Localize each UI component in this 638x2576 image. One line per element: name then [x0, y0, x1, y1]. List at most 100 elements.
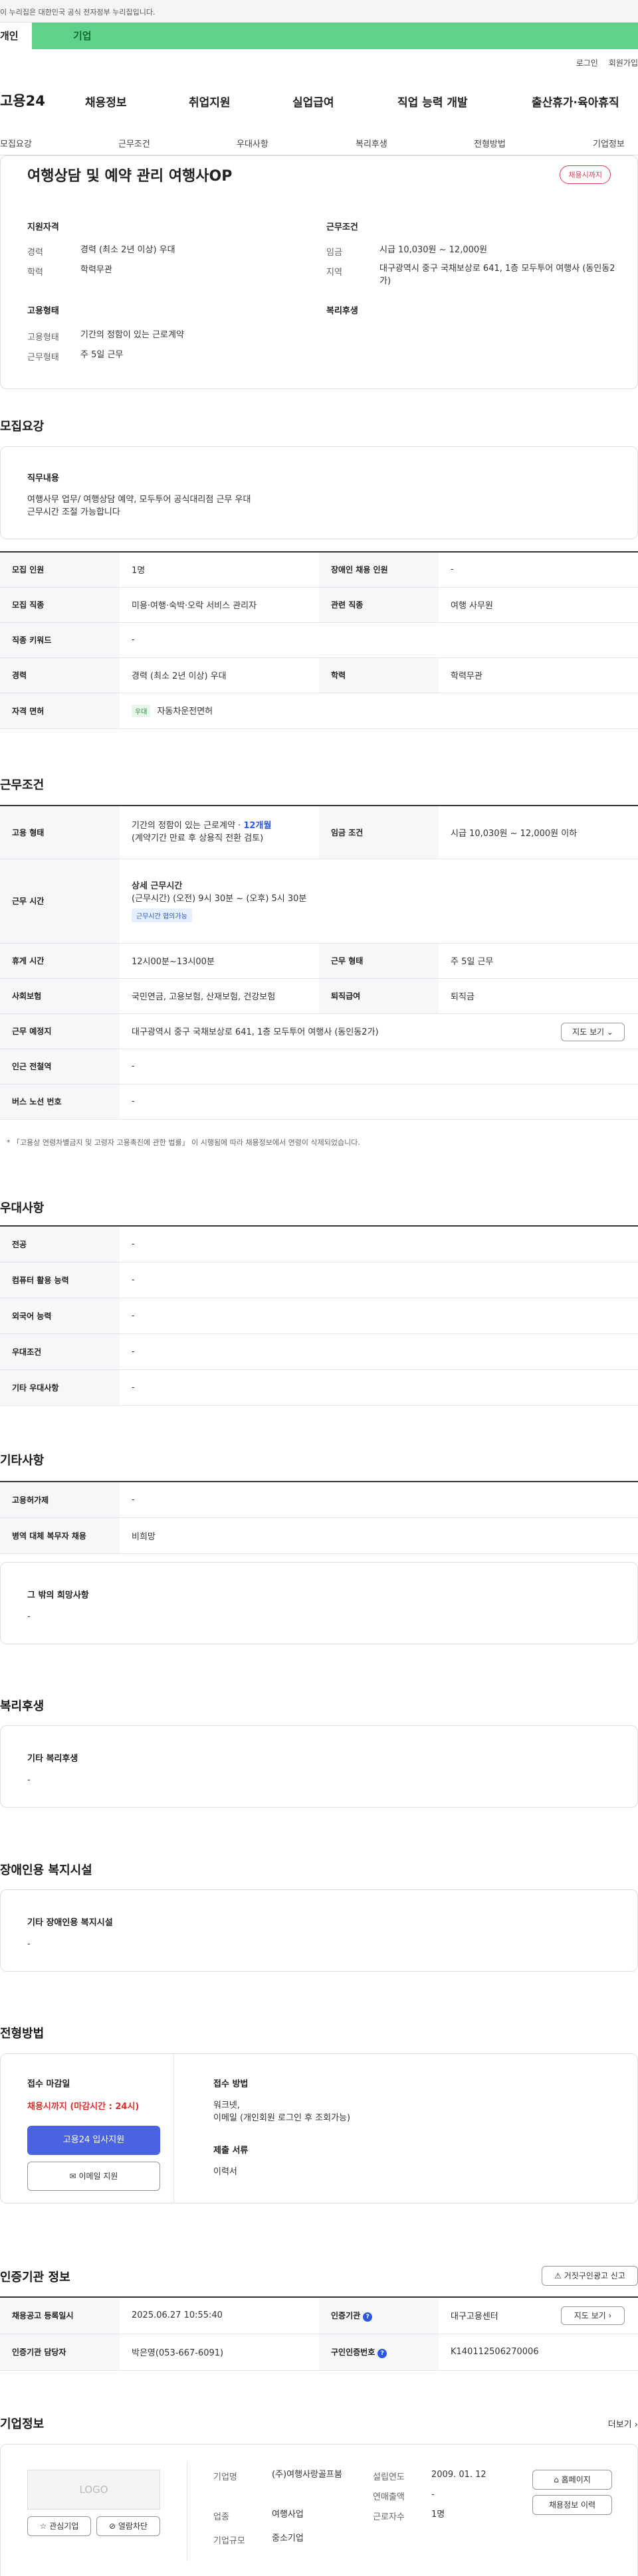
license-chip: 우대	[132, 705, 151, 717]
gnb-item[interactable]: 직업 능력 개발	[397, 93, 468, 110]
th-cell: 인근 전철역	[0, 1049, 120, 1084]
email-apply-button[interactable]: ✉ 이메일 지원	[27, 2162, 160, 2191]
td-cell: 12시00분~13시00분	[120, 943, 319, 979]
table-row: 전공 -	[0, 1225, 638, 1262]
subnav-item[interactable]: 복리후생	[356, 137, 387, 149]
td-cell: 국민연금, 고용보험, 산재보험, 건강보험	[120, 978, 319, 1014]
history-button[interactable]: 채용정보 이력	[532, 2495, 612, 2515]
subnav-item[interactable]: 우대사항	[237, 137, 268, 149]
table-row: 인근 전철역 -	[0, 1049, 638, 1084]
org-map-label: 지도 보기	[574, 2311, 606, 2320]
td-cell: K140112506270006	[439, 2334, 638, 2371]
more-label: 더보기	[607, 2420, 632, 2430]
section-title-cert: 인증기관 정보	[0, 2271, 70, 2284]
table-row: 컴퓨터 활용 능력 -	[0, 1262, 638, 1298]
th-cell: 모집 인원	[0, 551, 120, 588]
subnav-item[interactable]: 전형방법	[474, 137, 506, 149]
welfare-box-title: 기타 복리후생	[27, 1754, 78, 1764]
map-button-label: 지도 보기	[572, 1027, 605, 1037]
tab-enterprise[interactable]: 기업	[73, 23, 92, 49]
method-value: 워크넷, 이메일 (개인회원 로그인 후 조회가능)	[213, 2101, 351, 2123]
td-cell: 비희망	[120, 1517, 638, 1554]
td-cell: 여행 사무원	[439, 587, 638, 623]
subnav-item[interactable]: 모집요강	[0, 137, 32, 149]
career-label: 경력	[27, 248, 43, 258]
gnb-item[interactable]: 취업지원	[189, 93, 231, 110]
th-cell: 경력	[0, 657, 120, 693]
worktype-value: 주 5일 근무	[80, 350, 124, 360]
section-title-conditions: 근무조건	[0, 778, 45, 792]
report-button[interactable]: ⚠ 거짓구인광고 신고	[542, 2266, 638, 2286]
signup-link[interactable]: 회원가입	[609, 58, 638, 68]
td-cell: -	[120, 1084, 638, 1120]
th-cell: 관련 직종	[319, 587, 439, 623]
th-cell: 버스 노선 번호	[0, 1084, 120, 1120]
global-nav: 고용24 채용정보 취업지원 실업급여 직업 능력 개발 출산휴가·육아휴직	[0, 80, 638, 121]
subnav-item[interactable]: 근무조건	[118, 137, 150, 149]
td-cell: -	[120, 1481, 638, 1518]
gnb-item[interactable]: 실업급여	[292, 93, 334, 110]
cert-table: 채용공고 등록일시 2025.06.27 10:55:40 인증기관? 대구고용센터 지…	[0, 2296, 638, 2371]
site-logo[interactable]: 고용24	[0, 90, 45, 110]
info-icon[interactable]: ?	[363, 2312, 373, 2322]
emp-note: (계약기간 만료 후 상용직 전환 검토)	[132, 833, 264, 844]
info-icon[interactable]: ?	[377, 2348, 387, 2358]
th-cell: 직종 키워드	[0, 622, 120, 658]
company-logo: LOGO	[27, 2470, 160, 2510]
org-map-button[interactable]: 지도 보기 ›	[561, 2306, 625, 2325]
table-row: 자격 면허 우대 자동차운전면허	[0, 693, 638, 729]
duty-title: 직무내용	[27, 473, 59, 483]
td-cell: -	[120, 1262, 638, 1298]
table-row: 근무 예정지 대구광역시 중구 국채보상로 641, 1층 모두투어 여행사 (동…	[0, 1013, 638, 1049]
td-cell: -	[120, 1333, 638, 1370]
gnb-item[interactable]: 채용정보	[85, 93, 127, 110]
map-button[interactable]: 지도 보기 ⌄	[561, 1022, 625, 1041]
qual-title: 지원자격	[27, 222, 59, 232]
homepage-button[interactable]: ⌂ 홈페이지	[532, 2470, 612, 2490]
gov-banner: 이 누리집은 대한민국 공식 전자정부 누리집입니다.	[0, 0, 638, 23]
gnb-item[interactable]: 출산휴가·육아휴직	[532, 93, 619, 110]
section-title-disabled: 장애인용 복지시설	[0, 1863, 92, 1877]
tab-personal[interactable]: 개인	[0, 23, 32, 49]
time-chip: 근무시간 협의가능	[132, 908, 192, 922]
th-cell: 고용허가제	[0, 1481, 120, 1518]
th-cell: 전공	[0, 1225, 120, 1262]
subnav-item[interactable]: 기업정보	[593, 137, 625, 149]
est-value: 2009. 01. 12	[431, 2470, 486, 2480]
welfare-box: 기타 복리후생 -	[0, 1725, 638, 1808]
welfare-box-value: -	[27, 1775, 31, 1785]
favorite-button[interactable]: ☆ 관심기업	[27, 2516, 91, 2536]
job-summary-card: 여행상담 및 예약 관리 여행사OP 채용시까지 지원자격 경력 경력 (최소 …	[0, 155, 638, 389]
th-cell: 우대조건	[0, 1333, 120, 1370]
time-heading: 상세 근무시간	[132, 881, 183, 891]
emptype-value: 기간의 정함이 있는 근로계약	[80, 330, 184, 340]
th-cell: 근무 시간	[0, 859, 120, 944]
block-label: 열람차단	[118, 2522, 148, 2531]
table-row: 고용허가제 -	[0, 1481, 638, 1518]
career-value: 경력 (최소 2년 이상) 우대	[80, 245, 175, 255]
favorite-label: 관심기업	[49, 2522, 79, 2531]
est-key: 설립연도	[373, 2472, 405, 2482]
warning-icon: ⚠	[554, 2271, 562, 2280]
company-more-link[interactable]: 더보기 ›	[608, 2417, 638, 2430]
employees-value: 1명	[431, 2510, 445, 2520]
login-link[interactable]: 로그인	[576, 58, 598, 68]
th-cell: 자격 면허	[0, 693, 120, 729]
age-note: * 「고용상 연령차별금지 및 고령자 고용촉진에 관한 법률」 이 시행됨에 …	[7, 1138, 360, 1147]
td-cell: -	[120, 622, 638, 658]
block-button[interactable]: ⊘ 열람차단	[96, 2516, 160, 2536]
company-name-value: (주)여행사랑골프붐	[272, 2470, 342, 2480]
gov-banner-text: 이 누리집은 대한민국 공식 전자정부 누리집입니다.	[0, 8, 156, 17]
disabled-box: 기타 장애인용 복지시설 -	[0, 1889, 638, 1972]
chevron-right-icon: ›	[634, 2420, 638, 2430]
divider	[173, 2054, 174, 2203]
td-cell: 기간의 정함이 있는 근로계약 · 12개월 (계약기간 만료 후 상용직 전환 …	[120, 805, 319, 859]
td-cell: -	[120, 1225, 638, 1262]
edu-value: 학력무관	[80, 265, 112, 275]
emp-period: 12개월	[243, 821, 272, 831]
th-cell: 근무 예정지	[0, 1013, 120, 1049]
docs-value: 이력서	[213, 2167, 237, 2177]
th-cell: 임금 조건	[319, 805, 439, 859]
apply-button[interactable]: 고용24 입사지원	[27, 2126, 160, 2155]
th-cell: 병역 대체 복무자 채용	[0, 1517, 120, 1554]
